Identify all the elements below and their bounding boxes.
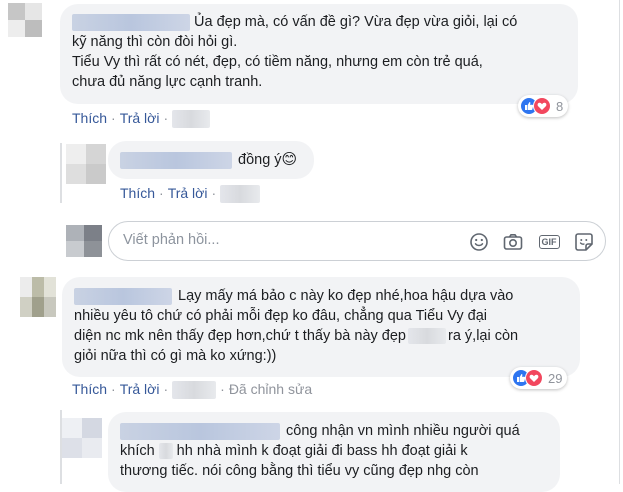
comment-text: Lạy mấy má bảo c này ko đẹp nhé,hoa hậu … (178, 288, 514, 304)
like-link[interactable]: Thích (72, 110, 107, 126)
comment-text: kỹ năng thì còn đòi hỏi gì. (72, 34, 238, 50)
reply-bubble: đồng ý😊 (108, 141, 314, 179)
redacted-timestamp[interactable] (172, 381, 217, 400)
avatar[interactable] (8, 3, 42, 37)
redacted-timestamp[interactable] (220, 185, 261, 204)
comment-text: Tiểu Vy thì rất có nét, đẹp, có tiềm năn… (72, 54, 483, 70)
comment-text: chưa đủ năng lực cạnh tranh. (72, 74, 263, 90)
reaction-summary[interactable]: 8 (518, 95, 569, 117)
comment-text: nhiều yêu tô chứ có phải mỗi đẹp ko đâu,… (74, 308, 488, 324)
love-reaction-icon (533, 97, 551, 115)
edited-label: Đã chỉnh sửa (228, 381, 313, 397)
comment-text: ra ý,lại còn (448, 328, 519, 344)
reply-link[interactable]: Trả lời (120, 110, 160, 126)
avatar[interactable] (66, 144, 106, 184)
comment-actions: Thích · Trả lời · · Đã chỉnh sửa (72, 380, 313, 400)
comment-text: giỏi nữa thì có gì mà ko xứng:)) (74, 348, 277, 364)
redacted-author-name[interactable] (120, 151, 232, 169)
emoji-icon[interactable] (468, 231, 490, 253)
right-border (619, 0, 620, 484)
reaction-count: 29 (548, 370, 563, 386)
comment-actions: Thích · Trả lời · (72, 109, 211, 129)
avatar[interactable] (20, 277, 56, 317)
like-link[interactable]: Thích (120, 185, 155, 201)
like-link[interactable]: Thích (72, 381, 107, 397)
reply-text: công nhận vn mình nhiều người quá (286, 423, 520, 439)
gif-icon[interactable]: GIF (536, 231, 562, 253)
reply-text: thương tiếc. nói công bằng thì tiểu vy c… (120, 463, 479, 479)
reaction-summary[interactable]: 29 (510, 367, 568, 389)
redacted-word (408, 328, 446, 345)
current-user-avatar[interactable] (66, 225, 102, 257)
reply-link[interactable]: Trả lời (168, 185, 208, 201)
love-reaction-icon (525, 369, 543, 387)
reply-text: đồng ý (238, 152, 282, 168)
comment-text: diện nc mk nên thấy đẹp hơn,chứ t thấy b… (74, 328, 406, 344)
comment-bubble: Ủa đẹp mà, có vấn đề gì? Vừa đẹp vừa giỏ… (60, 4, 578, 104)
reply-thread-line (60, 143, 62, 203)
reply-bubble: công nhận vn mình nhiều người quá khích h… (108, 412, 560, 492)
comment-bubble: Lạy mấy má bảo c này ko đẹp nhé,hoa hậu … (62, 277, 580, 377)
comment-text: Ủa đẹp mà, có vấn đề gì? Vừa đẹp vừa giỏ… (194, 14, 518, 30)
redacted-author-name[interactable] (120, 422, 280, 440)
reply-text: hh nhà mình k đoạt giải đi bass hh đoạt … (176, 443, 468, 459)
redacted-word (158, 443, 173, 460)
reaction-count: 8 (556, 98, 564, 114)
sticker-icon[interactable] (573, 231, 595, 253)
smiling-face-emoji: 😊 (281, 151, 298, 168)
reply-input[interactable] (121, 231, 455, 249)
redacted-author-name[interactable] (74, 287, 172, 305)
redacted-timestamp[interactable] (172, 110, 211, 129)
reply-actions: Thích · Trả lời · (120, 184, 261, 204)
reply-text: khích (120, 443, 155, 459)
avatar[interactable] (62, 418, 102, 458)
reply-box: GIF (108, 221, 606, 261)
redacted-author-name[interactable] (72, 13, 190, 31)
reply-link[interactable]: Trả lời (120, 381, 160, 397)
camera-icon[interactable] (502, 231, 524, 253)
